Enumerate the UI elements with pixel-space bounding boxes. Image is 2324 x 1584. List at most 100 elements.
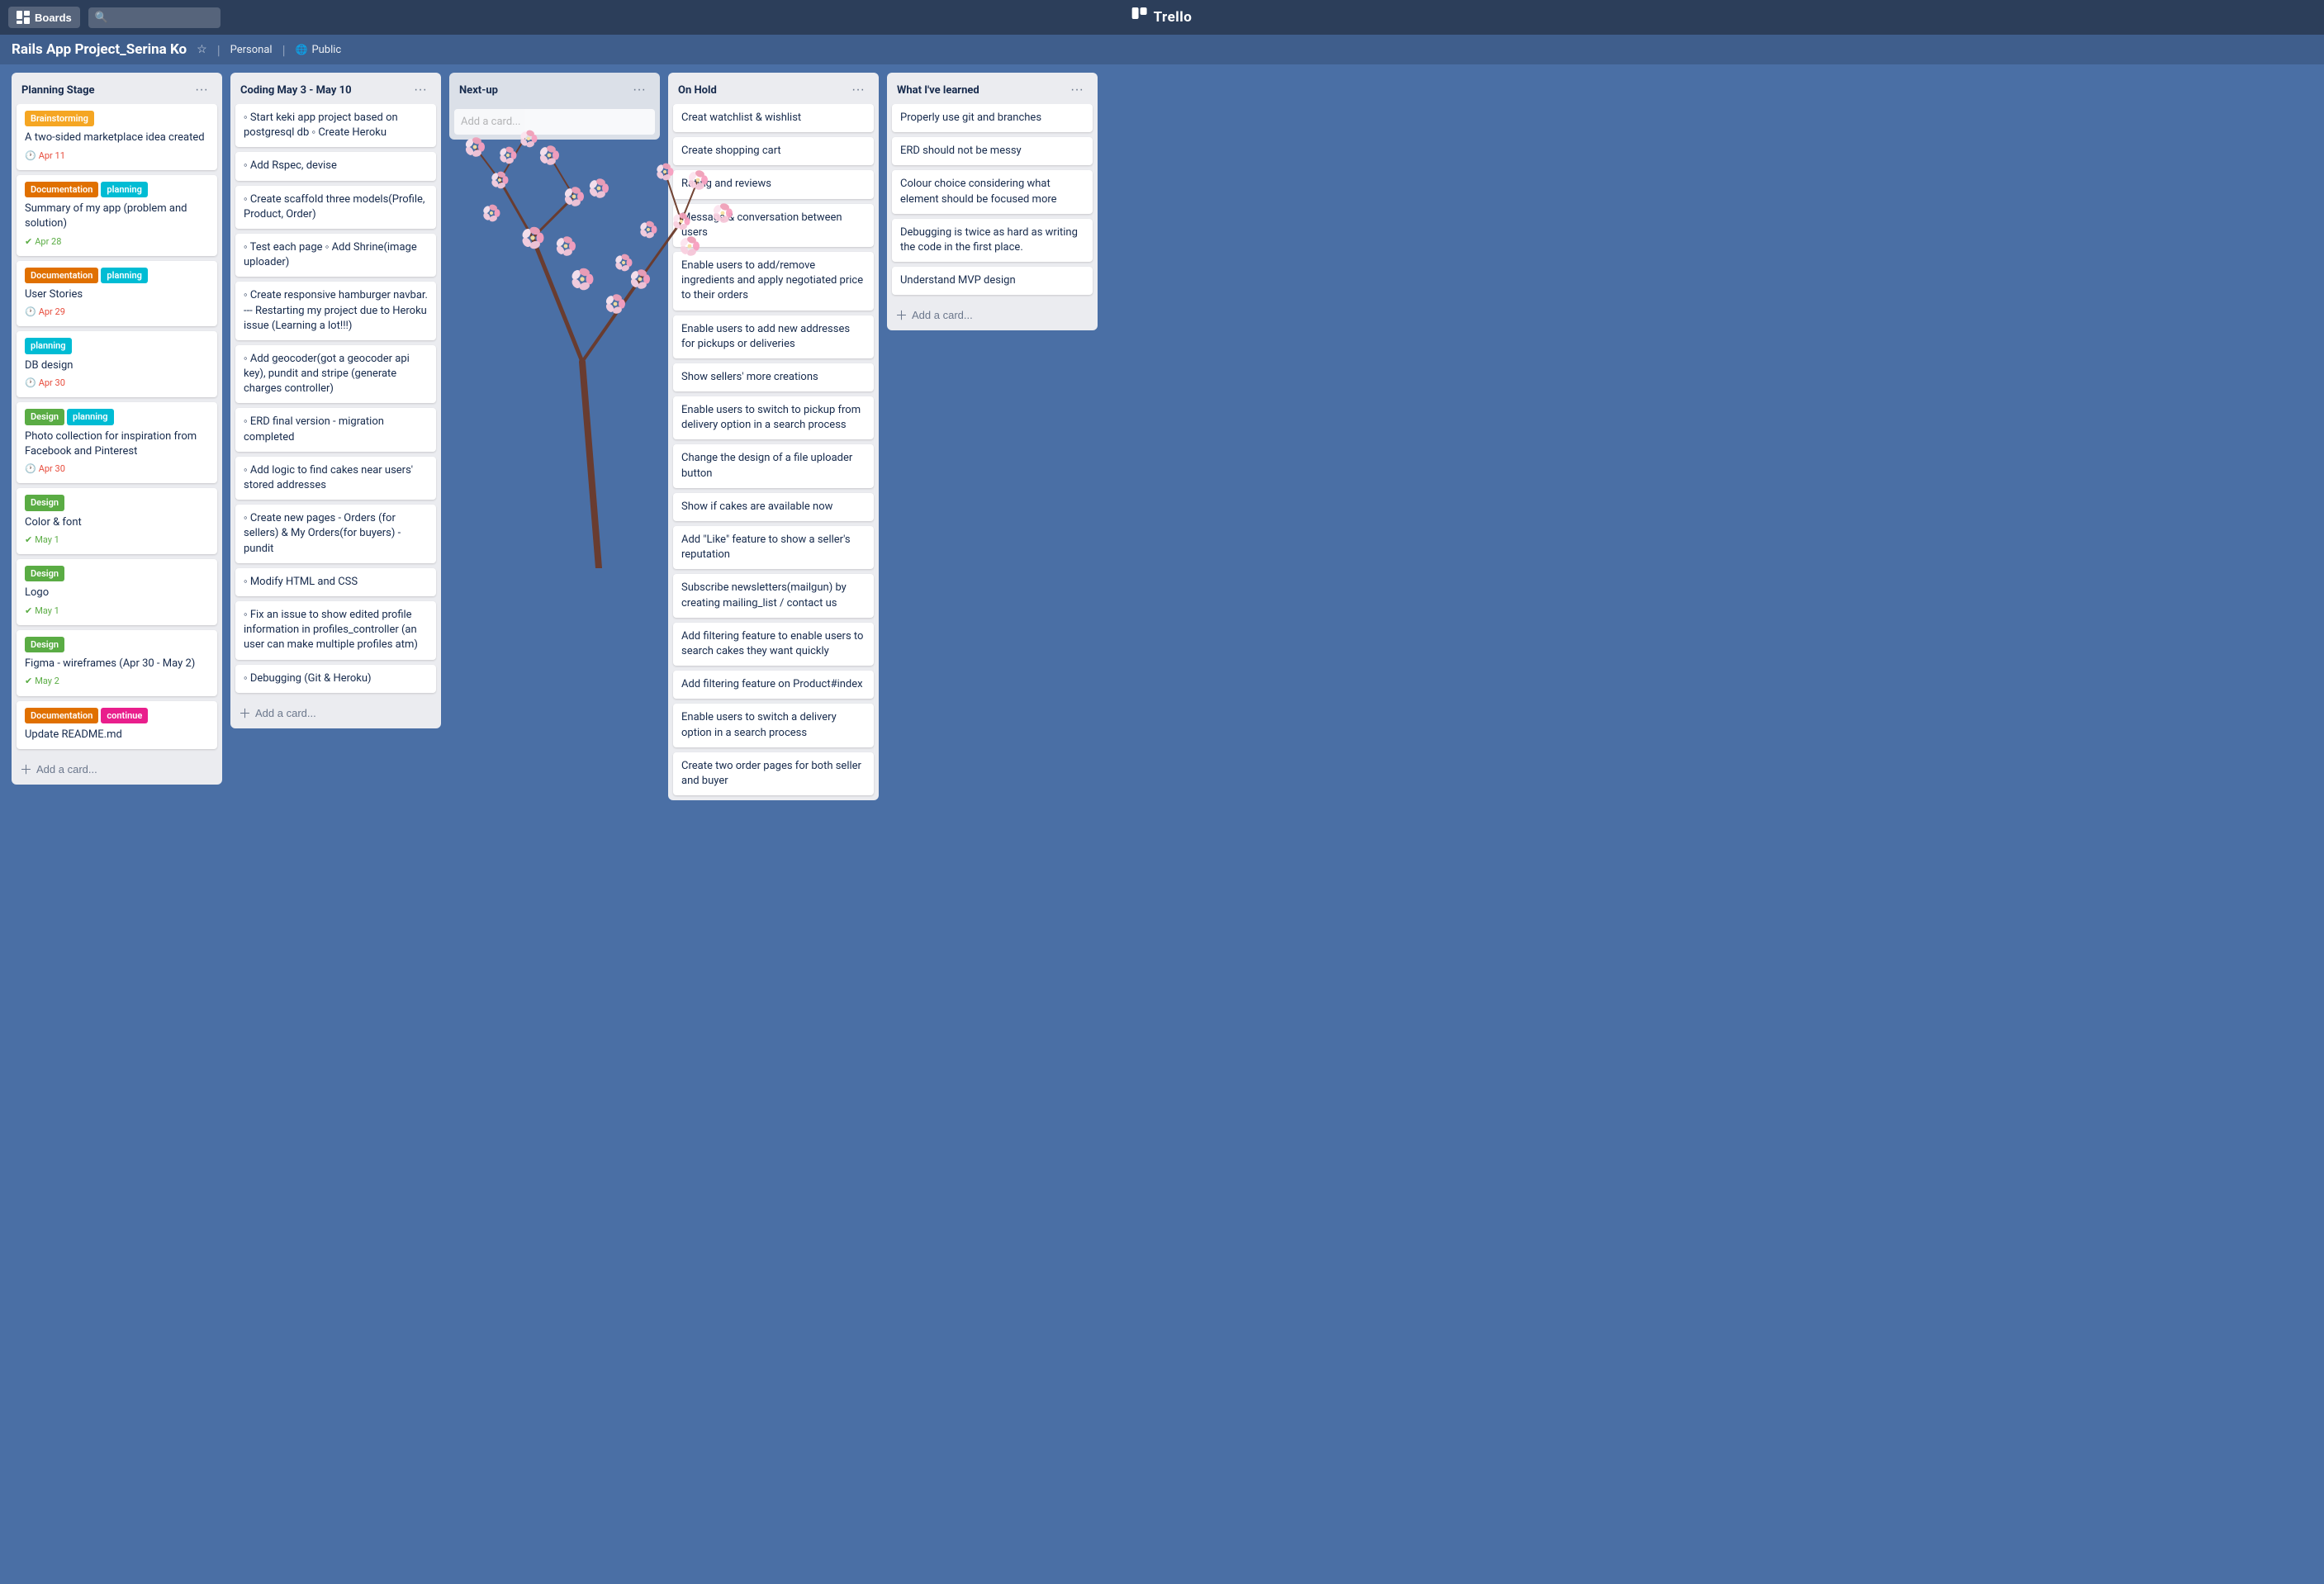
card-oh13[interactable]: Add filtering feature to enable users to…	[673, 623, 874, 666]
badge-icon: ✔	[25, 534, 32, 546]
card-c4[interactable]: planning DB design 🕐 Apr 30	[17, 331, 217, 397]
label-documentation: Documentation	[25, 182, 98, 197]
card-l2[interactable]: ERD should not be messy	[892, 137, 1093, 165]
card-oh6[interactable]: Enable users to add new addresses for pi…	[673, 315, 874, 358]
card-text-l4: Debugging is twice as hard as writing th…	[900, 225, 1084, 255]
card-cod10[interactable]: ◦ Modify HTML and CSS	[235, 568, 436, 596]
boards-button[interactable]: Boards	[8, 7, 80, 28]
card-oh7[interactable]: Show sellers' more creations	[673, 363, 874, 391]
card-c9[interactable]: DocumentationcontinueUpdate README.md	[17, 701, 217, 750]
card-text-c1: A two-sided marketplace idea created	[25, 130, 209, 145]
card-text-cod10: ◦ Modify HTML and CSS	[244, 575, 428, 590]
card-l1[interactable]: Properly use git and branches	[892, 104, 1093, 132]
column-header-nextup: Next-up ···	[449, 73, 660, 104]
plus-icon: ＋	[239, 704, 251, 722]
divider2: |	[282, 42, 286, 58]
column-menu-button-coding[interactable]: ···	[410, 81, 431, 99]
card-labels-c5: Designplanning	[25, 409, 209, 424]
column-header-onhold: On Hold ···	[668, 73, 879, 104]
star-icon[interactable]: ☆	[197, 43, 207, 56]
card-text-oh10: Show if cakes are available now	[681, 500, 866, 515]
card-text-cod6: ◦ Add geocoder(got a geocoder api key), …	[244, 352, 428, 397]
card-oh2[interactable]: Create shopping cart	[673, 137, 874, 165]
card-c7[interactable]: DesignLogo✔ May 1	[17, 559, 217, 625]
card-cod7[interactable]: ◦ ERD final version - migration complete…	[235, 408, 436, 451]
card-cod8[interactable]: ◦ Add logic to find cakes near users' st…	[235, 457, 436, 500]
search-input[interactable]	[88, 7, 221, 28]
card-oh11[interactable]: Add "Like" feature to show a seller's re…	[673, 526, 874, 569]
card-oh5[interactable]: Enable users to add/remove ingredients a…	[673, 252, 874, 311]
card-l4[interactable]: Debugging is twice as hard as writing th…	[892, 219, 1093, 262]
card-labels-c9: Documentationcontinue	[25, 708, 209, 723]
badge-icon: ✔	[25, 605, 32, 617]
card-cod6[interactable]: ◦ Add geocoder(got a geocoder api key), …	[235, 345, 436, 404]
card-cod5[interactable]: ◦ Create responsive hamburger navbar. --…	[235, 282, 436, 340]
card-oh9[interactable]: Change the design of a file uploader but…	[673, 444, 874, 487]
column-title-nextup: Next-up	[459, 84, 498, 97]
card-text-c8: Figma - wireframes (Apr 30 - May 2)	[25, 657, 209, 671]
card-text-oh11: Add "Like" feature to show a seller's re…	[681, 533, 866, 562]
card-cod11[interactable]: ◦ Fix an issue to show edited profile in…	[235, 601, 436, 660]
column-title-learned: What I've learned	[897, 84, 979, 97]
card-oh12[interactable]: Subscribe newsletters(mailgun) by creati…	[673, 574, 874, 617]
card-text-c3: User Stories	[25, 287, 209, 302]
card-l3[interactable]: Colour choice considering what element s…	[892, 170, 1093, 213]
card-badge-c6: ✔ May 1	[25, 534, 59, 546]
divider: |	[217, 42, 221, 58]
card-badge-c1: 🕐 Apr 11	[25, 149, 65, 162]
topbar: Boards 🔍 Trello	[0, 0, 2324, 35]
label-design: Design	[25, 566, 64, 581]
globe-icon: 🌐	[295, 44, 307, 55]
card-oh10[interactable]: Show if cakes are available now	[673, 493, 874, 521]
card-text-l1: Properly use git and branches	[900, 111, 1084, 126]
card-badge-c4: 🕐 Apr 30	[25, 377, 65, 389]
card-cod2[interactable]: ◦ Add Rspec, devise	[235, 152, 436, 180]
card-l5[interactable]: Understand MVP design	[892, 267, 1093, 295]
trello-logo: Trello	[1132, 7, 1193, 28]
board-header: Rails App Project_Serina Ko ☆ | Personal…	[0, 35, 2324, 64]
personal-label: Personal	[230, 44, 273, 56]
card-c8[interactable]: DesignFigma - wireframes (Apr 30 - May 2…	[17, 630, 217, 696]
card-oh8[interactable]: Enable users to switch to pickup from de…	[673, 396, 874, 439]
card-cod12[interactable]: ◦ Debugging (Git & Heroku)	[235, 665, 436, 693]
add-card-area-nextup: Add a card...	[449, 104, 660, 140]
column-menu-button-onhold[interactable]: ···	[847, 81, 869, 99]
card-oh15[interactable]: Enable users to switch a delivery option…	[673, 704, 874, 747]
card-c2[interactable]: DocumentationplanningSummary of my app (…	[17, 175, 217, 256]
card-oh4[interactable]: Message & conversation between users	[673, 204, 874, 247]
card-oh1[interactable]: Creat watchlist & wishlist	[673, 104, 874, 132]
column-menu-button-learned[interactable]: ···	[1066, 81, 1088, 99]
card-oh3[interactable]: Rating and reviews	[673, 170, 874, 198]
card-text-oh14: Add filtering feature on Product#index	[681, 677, 866, 692]
column-title-onhold: On Hold	[678, 84, 717, 97]
board-meta-visibility: 🌐 Public	[295, 44, 341, 56]
card-cod9[interactable]: ◦ Create new pages - Orders (for sellers…	[235, 505, 436, 563]
cards-list-onhold: Creat watchlist & wishlist Create shoppin…	[668, 104, 879, 800]
card-c5[interactable]: DesignplanningPhoto collection for inspi…	[17, 402, 217, 483]
card-c3[interactable]: DocumentationplanningUser Stories🕐 Apr 2…	[17, 261, 217, 327]
add-card-button-planning[interactable]: ＋ Add a card...	[12, 754, 222, 785]
card-badge-c8: ✔ May 2	[25, 675, 59, 687]
column-menu-button-nextup[interactable]: ···	[628, 81, 650, 99]
card-c6[interactable]: DesignColor & font✔ May 1	[17, 488, 217, 554]
badge-icon: ✔	[25, 675, 32, 687]
add-card-input-nextup[interactable]: Add a card...	[454, 109, 655, 135]
add-card-button-coding[interactable]: ＋ Add a card...	[230, 698, 441, 728]
add-card-button-learned[interactable]: ＋ Add a card...	[887, 300, 1098, 330]
card-cod3[interactable]: ◦ Create scaffold three models(Profile, …	[235, 186, 436, 229]
board-icon	[17, 11, 30, 24]
card-c1[interactable]: Brainstorming A two-sided marketplace ide…	[17, 104, 217, 170]
card-cod1[interactable]: ◦ Start keki app project based on postgr…	[235, 104, 436, 147]
label-brainstorming: Brainstorming	[25, 111, 94, 126]
column-menu-button-planning[interactable]: ···	[191, 81, 212, 99]
card-text-oh12: Subscribe newsletters(mailgun) by creati…	[681, 581, 866, 610]
card-text-c4: DB design	[25, 358, 209, 373]
card-oh14[interactable]: Add filtering feature on Product#index	[673, 671, 874, 699]
card-oh16[interactable]: Create two order pages for both seller a…	[673, 752, 874, 795]
card-labels-c4: planning	[25, 338, 209, 353]
cards-list-coding: ◦ Start keki app project based on postgr…	[230, 104, 441, 698]
card-cod4[interactable]: ◦ Test each page ◦ Add Shrine(image uplo…	[235, 234, 436, 277]
card-text-cod11: ◦ Fix an issue to show edited profile in…	[244, 608, 428, 653]
card-text-cod12: ◦ Debugging (Git & Heroku)	[244, 671, 428, 686]
card-text-cod2: ◦ Add Rspec, devise	[244, 159, 428, 173]
